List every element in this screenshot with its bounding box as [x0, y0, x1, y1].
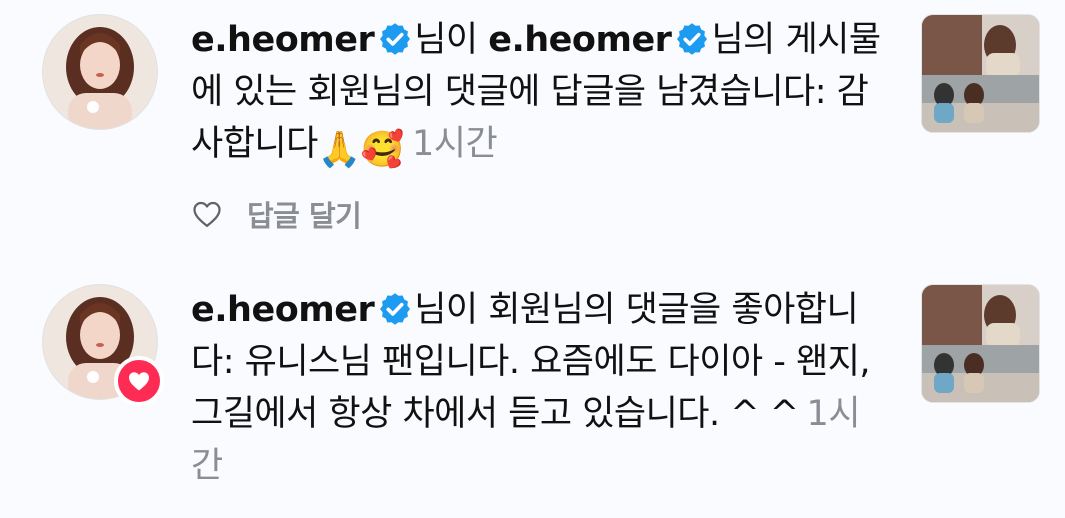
verified-badge-icon: [377, 290, 413, 326]
notification-item[interactable]: e.heomer 님이 e.heomer 님의 게시물에 있는 회원님의 댓글에 답…: [0, 0, 1065, 260]
username-link[interactable]: e.heomer: [488, 20, 672, 60]
post-thumbnail[interactable]: [921, 284, 1040, 403]
reply-button[interactable]: 답글 달기: [247, 193, 362, 235]
username-link[interactable]: e.heomer: [191, 290, 375, 330]
username-link[interactable]: e.heomer: [191, 20, 375, 60]
timestamp: 1시간: [411, 124, 498, 164]
avatar-image: [42, 14, 158, 130]
post-thumbnail[interactable]: [921, 14, 1040, 133]
verified-badge-icon: [674, 20, 710, 56]
like-heart-icon[interactable]: [191, 198, 223, 230]
comment-actions: 답글 달기: [191, 193, 362, 235]
heart-badge-icon: [114, 356, 164, 406]
avatar[interactable]: [42, 284, 164, 406]
activity-feed: e.heomer 님이 e.heomer 님의 게시물에 있는 회원님의 댓글에 답…: [0, 0, 1065, 518]
notification-text: e.heomer 님이 e.heomer 님의 게시물에 있는 회원님의 댓글에 답…: [191, 14, 881, 176]
notification-item[interactable]: e.heomer 님이 회원님의 댓글을 좋아합니다: 유니스님 팬입니다. 요즘…: [0, 270, 1065, 518]
notification-text: e.heomer 님이 회원님의 댓글을 좋아합니다: 유니스님 팬입니다. 요즘…: [191, 284, 881, 492]
notification-message: 님이: [414, 20, 489, 60]
verified-badge-icon: [377, 20, 413, 56]
emoji-icons: 🙏🥰: [317, 130, 405, 170]
avatar[interactable]: [42, 14, 158, 130]
